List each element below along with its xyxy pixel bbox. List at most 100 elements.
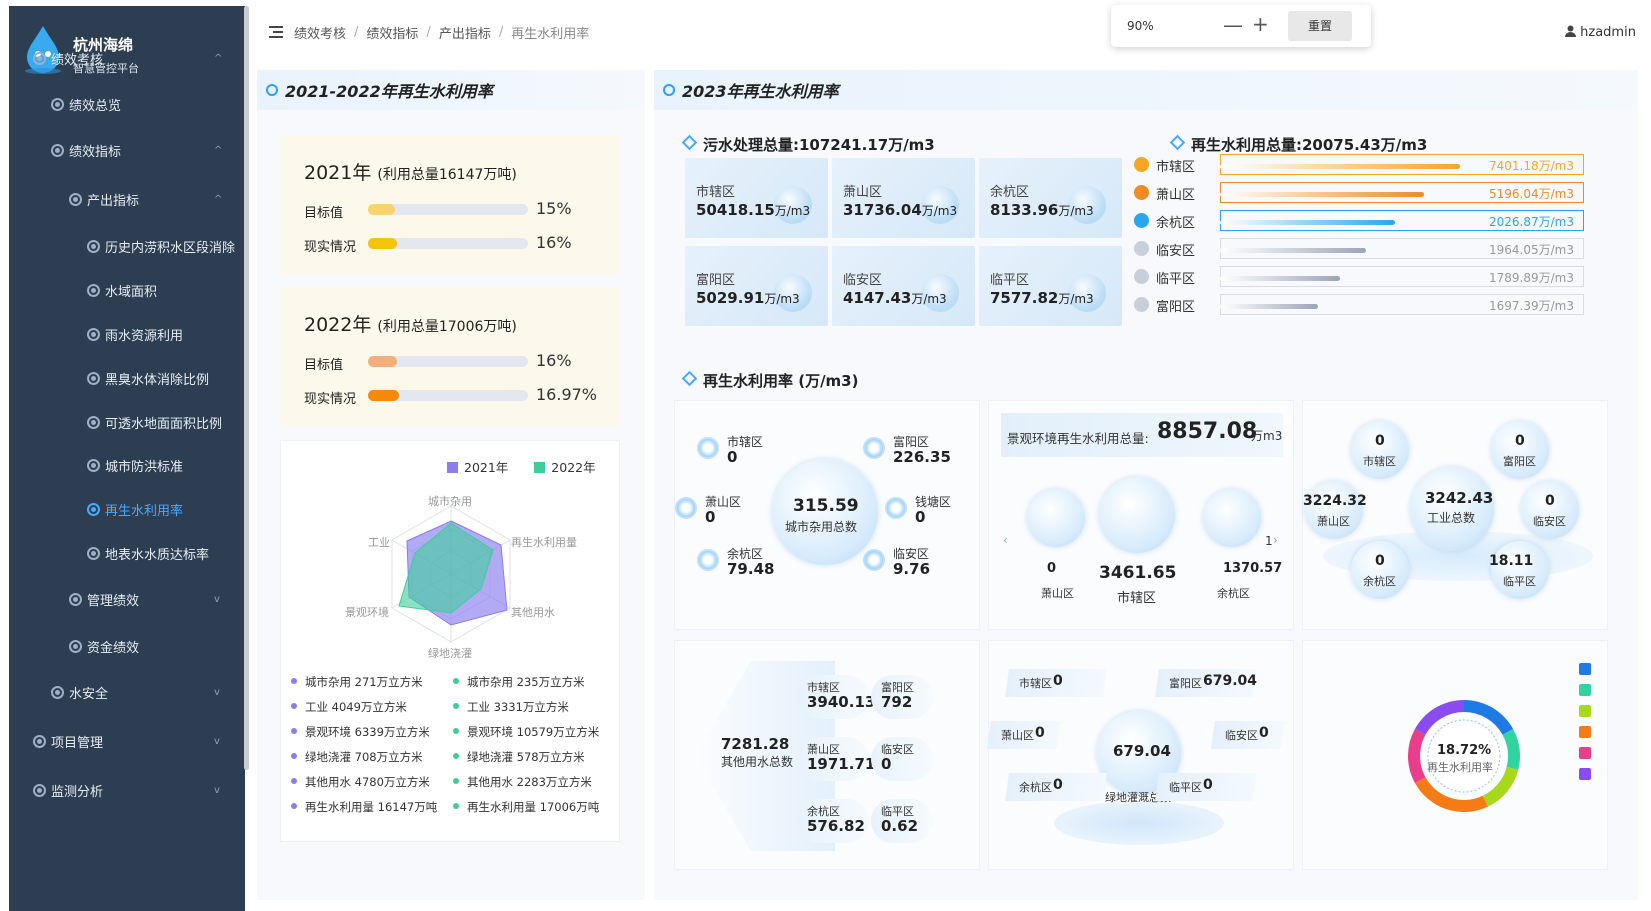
value-unit: 万/m3 (921, 204, 958, 218)
landscape-total-unit: 万m3 (1251, 429, 1283, 443)
legend-swatch[interactable] (1579, 663, 1591, 675)
actual-pct: 16.97% (536, 385, 598, 404)
chevron-icon: ^ (214, 193, 223, 205)
district-name: 余杭区 (1217, 587, 1250, 600)
menu-fold-icon[interactable] (269, 26, 283, 38)
donut-label: 再生水利用率 (1427, 761, 1493, 774)
district-name: 临安区 (843, 273, 883, 288)
sidebar-item-label: 地表水水质达标率 (105, 547, 210, 563)
sidebar-item[interactable]: 再生水利用率 (9, 492, 245, 526)
bullet-icon (453, 803, 459, 809)
ranking-district: 富阳区 (1156, 300, 1196, 315)
legend-swatch[interactable] (1579, 726, 1591, 738)
sidebar-item[interactable]: 产出指标 ^ (9, 182, 245, 216)
district-name: 萧山区 (1001, 729, 1034, 742)
district-name: 市辖区 (696, 185, 736, 200)
sidebar-item[interactable]: 绩效总览 (9, 87, 245, 121)
value-number: 5196.04 (1489, 187, 1539, 201)
sidebar-item[interactable]: 历史内涝积水区段消除 (9, 229, 245, 263)
chevron-icon: ^ (214, 52, 223, 64)
medal-icon (1134, 157, 1149, 172)
left-panel-title-text: 2021-2022年再生水利用率 (285, 82, 493, 101)
value-number: 31736.04 (843, 201, 922, 219)
sidebar-item[interactable]: 绩效指标 ^ (9, 133, 245, 167)
nav-bullet-icon (33, 734, 46, 748)
sidebar-item-label: 绩效指标 (69, 144, 122, 160)
ranking-district: 临平区 (1156, 272, 1196, 287)
district-value: 679.04 (1203, 673, 1258, 689)
actual-bar-fill (368, 390, 399, 401)
sidebar-item[interactable]: 监测分析 v (9, 773, 245, 807)
title-marker-icon (663, 84, 675, 96)
district-value: 7577.82万/m3 (990, 289, 1094, 307)
legend-list-text: 绿地浇灌 578万立方米 (467, 750, 585, 764)
carousel-next-icon[interactable]: › (1273, 533, 1278, 547)
sidebar-item[interactable]: 项目管理 v (9, 724, 245, 758)
sidebar-item[interactable]: 水安全 v (9, 675, 245, 709)
nav-bullet-icon (51, 685, 64, 699)
sidebar-item-label: 产出指标 (87, 193, 140, 209)
zoom-out-button[interactable]: — (1223, 13, 1243, 37)
sidebar-item[interactable]: 黑臭水体消除比例 (9, 361, 245, 395)
value-number: 1789.89 (1489, 271, 1539, 285)
district-bubble (1491, 421, 1549, 479)
user-name: hzadmin (1580, 25, 1636, 40)
sidebar-item-label: 水安全 (69, 686, 109, 702)
sidebar-item[interactable]: 可透水地面面积比例 (9, 405, 245, 439)
radar-axis-label: 工业 (368, 536, 390, 549)
breadcrumb-item[interactable]: 绩效指标 (366, 23, 418, 42)
medal-icon (1134, 185, 1149, 200)
nav-bullet-icon (69, 639, 82, 653)
legend-list-text: 工业 4049万立方米 (305, 700, 407, 714)
legend-swatch[interactable] (1579, 705, 1591, 717)
sidebar-item[interactable]: 绩效考核 ^ (9, 41, 245, 75)
radar-axis-label: 景观环境 (345, 606, 389, 619)
zoom-in-button[interactable]: + (1252, 12, 1269, 36)
legend-swatch[interactable] (1579, 768, 1591, 780)
district-name: 市辖区 (1363, 455, 1396, 468)
other-use-card: 7281.28 其他用水总数 市辖区 3940.13 富阳区 792 萧山区 1971.7… (674, 640, 980, 870)
sidebar-item[interactable]: 资金绩效 (9, 629, 245, 663)
legend-list-item: 景观环境 6339万立方米 (291, 724, 430, 740)
zoom-reset-button[interactable]: 重置 (1288, 11, 1352, 41)
bullet-icon (453, 778, 459, 784)
district-value: 0 (881, 755, 892, 773)
sidebar-item[interactable]: 城市防洪标准 (9, 448, 245, 482)
medal-icon (1134, 269, 1149, 284)
legend-2021[interactable]: 2021年 (464, 460, 508, 475)
industry-card: 3242.43 工业总数 0 市辖区 0 富阳区 3224.32 萧山区 0 临安区 0 余杭区 1… (1302, 400, 1608, 630)
sidebar-item-label: 黑臭水体消除比例 (105, 372, 210, 388)
donut-segment (1502, 729, 1520, 770)
green-platform (1054, 801, 1224, 845)
green-center-value: 679.04 (1113, 742, 1171, 760)
sidebar-item-label: 历史内涝积水区段消除 (105, 240, 236, 256)
value-number: 1964.05 (1489, 243, 1539, 257)
breadcrumb-item[interactable]: 产出指标 (439, 23, 491, 42)
bullet-icon (291, 803, 297, 809)
drop-ring (1027, 489, 1085, 547)
legend-list-item: 其他用水 4780万立方米 (291, 774, 430, 790)
user-menu[interactable]: hzadmin (1565, 25, 1636, 40)
legend-2022[interactable]: 2022年 (551, 460, 595, 475)
sidebar-scrollbar[interactable] (244, 6, 249, 770)
user-icon (1565, 25, 1576, 37)
sidebar-item-label: 项目管理 (51, 735, 104, 751)
value-number: 50418.15 (696, 201, 775, 219)
carousel-prev-icon[interactable]: ‹ (1003, 533, 1008, 547)
legend-swatch[interactable] (1579, 747, 1591, 759)
district-name: 富阳区 (1503, 455, 1536, 468)
sidebar-item[interactable]: 管理绩效 v (9, 582, 245, 616)
district-value: 0 (1053, 673, 1063, 689)
sidebar-item[interactable]: 水域面积 (9, 273, 245, 307)
district-sewage-tile: 市辖区 50418.15万/m3 (685, 158, 828, 238)
target-label: 目标值 (304, 358, 344, 373)
sidebar-item[interactable]: 地表水水质达标率 (9, 536, 245, 570)
bullet-icon (453, 678, 459, 684)
sewage-total-title: 污水处理总量:107241.17万/m3 (684, 134, 935, 155)
legend-list-text: 城市杂用 271万立方米 (305, 675, 423, 689)
breadcrumb-item[interactable]: 绩效考核 (294, 23, 346, 42)
sidebar-item[interactable]: 雨水资源利用 (9, 317, 245, 351)
ranking-bar (1220, 276, 1341, 281)
radar-axis-label: 绿地浇灌 (428, 647, 472, 660)
legend-swatch[interactable] (1579, 684, 1591, 696)
